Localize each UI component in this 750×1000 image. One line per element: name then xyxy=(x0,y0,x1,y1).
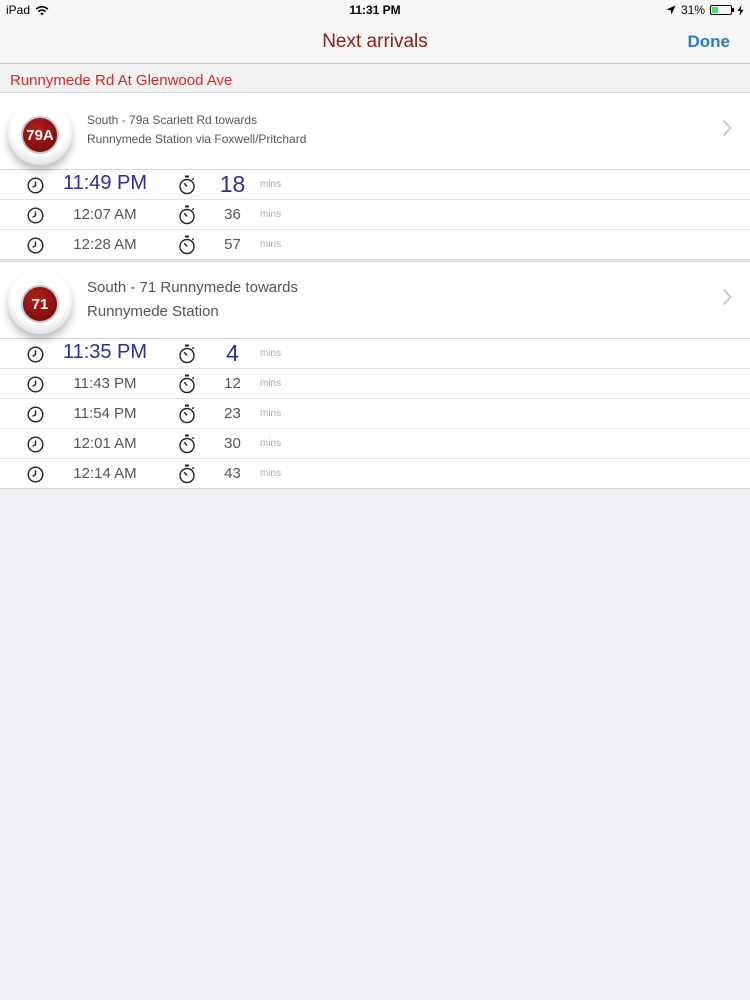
page-title: Next arrivals xyxy=(322,31,428,52)
minutes-remaining: 23 xyxy=(224,405,241,422)
battery-percent: 31% xyxy=(680,3,705,17)
minutes-unit: mins xyxy=(260,378,282,389)
route-card: 71 South - 71 Runnymede towards Runnymed… xyxy=(0,261,750,489)
minutes-unit: mins xyxy=(260,468,282,479)
stopwatch-icon xyxy=(179,464,195,484)
route-description-line1: South - 71 Runnymede towards xyxy=(87,279,298,296)
minutes-remaining: 43 xyxy=(224,465,241,482)
stopwatch-icon xyxy=(179,374,195,394)
status-right: 31% xyxy=(666,3,744,17)
minutes-unit: mins xyxy=(260,348,282,359)
minutes-remaining: 12 xyxy=(224,375,241,392)
stopwatch-icon xyxy=(179,205,195,225)
minutes-unit: mins xyxy=(260,408,282,419)
status-time: 11:31 PM xyxy=(349,3,401,17)
route-badge: 79A xyxy=(21,116,59,154)
route-badge-bubble: 79A xyxy=(8,101,72,165)
clock-icon xyxy=(27,237,44,254)
navigation-bar: Next arrivals Done xyxy=(0,22,750,64)
arrival-row: 12:14 AM 43 mins xyxy=(0,459,750,488)
minutes-remaining: 30 xyxy=(224,435,241,452)
stop-section-header: Runnymede Rd At Glenwood Ave xyxy=(0,64,750,92)
minutes-unit: mins xyxy=(260,239,282,250)
arrival-time: 11:49 PM xyxy=(62,172,148,194)
clock-icon xyxy=(27,406,44,423)
stopwatch-icon xyxy=(179,235,195,255)
route-badge: 71 xyxy=(21,285,59,323)
minutes-remaining: 36 xyxy=(224,206,241,223)
status-bar: iPad 11:31 PM 31% xyxy=(0,0,750,22)
minutes-remaining: 57 xyxy=(224,236,241,253)
minutes-remaining: 4 xyxy=(226,340,239,366)
route-header-71[interactable]: 71 South - 71 Runnymede towards Runnymed… xyxy=(0,262,750,339)
minutes-unit: mins xyxy=(260,179,282,190)
arrival-row: 12:01 AM 30 mins xyxy=(0,429,750,459)
arrival-time: 12:14 AM xyxy=(73,465,137,482)
clock-icon xyxy=(27,466,44,483)
route-description-line2: Runnymede Station xyxy=(87,303,219,320)
arrival-time: 12:28 AM xyxy=(73,236,137,253)
clock-icon xyxy=(27,436,44,453)
route-header-79a[interactable]: 79A South - 79a Scarlett Rd towards Runn… xyxy=(0,93,750,170)
route-description: South - 79a Scarlett Rd towards Runnymed… xyxy=(87,111,306,149)
arrival-row: 11:49 PM 18 mins xyxy=(0,170,750,200)
arrival-time: 12:01 AM xyxy=(73,435,137,452)
clock-icon xyxy=(27,207,44,224)
arrival-row: 11:54 PM 23 mins xyxy=(0,399,750,429)
arrival-row: 12:07 AM 36 mins xyxy=(0,200,750,230)
stopwatch-icon xyxy=(179,344,195,364)
chevron-right-icon[interactable] xyxy=(722,288,732,306)
minutes-unit: mins xyxy=(260,209,282,220)
arrival-row: 11:35 PM 4 mins xyxy=(0,339,750,369)
clock-icon xyxy=(27,346,44,363)
battery-fill xyxy=(712,7,718,13)
route-description: South - 71 Runnymede towards Runnymede S… xyxy=(87,276,298,324)
arrival-row: 12:28 AM 57 mins xyxy=(0,230,750,259)
done-button[interactable]: Done xyxy=(688,32,731,52)
stop-name: Runnymede Rd At Glenwood Ave xyxy=(10,72,233,89)
chevron-right-icon[interactable] xyxy=(722,119,732,137)
arrival-time: 12:07 AM xyxy=(73,206,137,223)
clock-icon xyxy=(27,376,44,393)
arrival-row: 11:43 PM 12 mins xyxy=(0,369,750,399)
route-card: 79A South - 79a Scarlett Rd towards Runn… xyxy=(0,92,750,260)
route-description-line1: South - 79a Scarlett Rd towards xyxy=(87,113,258,127)
arrival-time: 11:43 PM xyxy=(73,375,137,392)
clock-icon xyxy=(27,177,44,194)
minutes-remaining: 18 xyxy=(219,171,246,197)
location-arrow-icon xyxy=(666,5,676,15)
stopwatch-icon xyxy=(179,404,195,424)
route-description-line2: Runnymede Station via Foxwell/Pritchard xyxy=(87,132,307,146)
arrival-time: 11:54 PM xyxy=(73,405,137,422)
stopwatch-icon xyxy=(179,175,195,195)
stopwatch-icon xyxy=(179,434,195,454)
battery-icon xyxy=(710,5,734,15)
charging-bolt-icon xyxy=(737,4,744,16)
arrival-time: 11:35 PM xyxy=(62,341,148,363)
minutes-unit: mins xyxy=(260,438,282,449)
route-badge-bubble: 71 xyxy=(8,270,72,334)
